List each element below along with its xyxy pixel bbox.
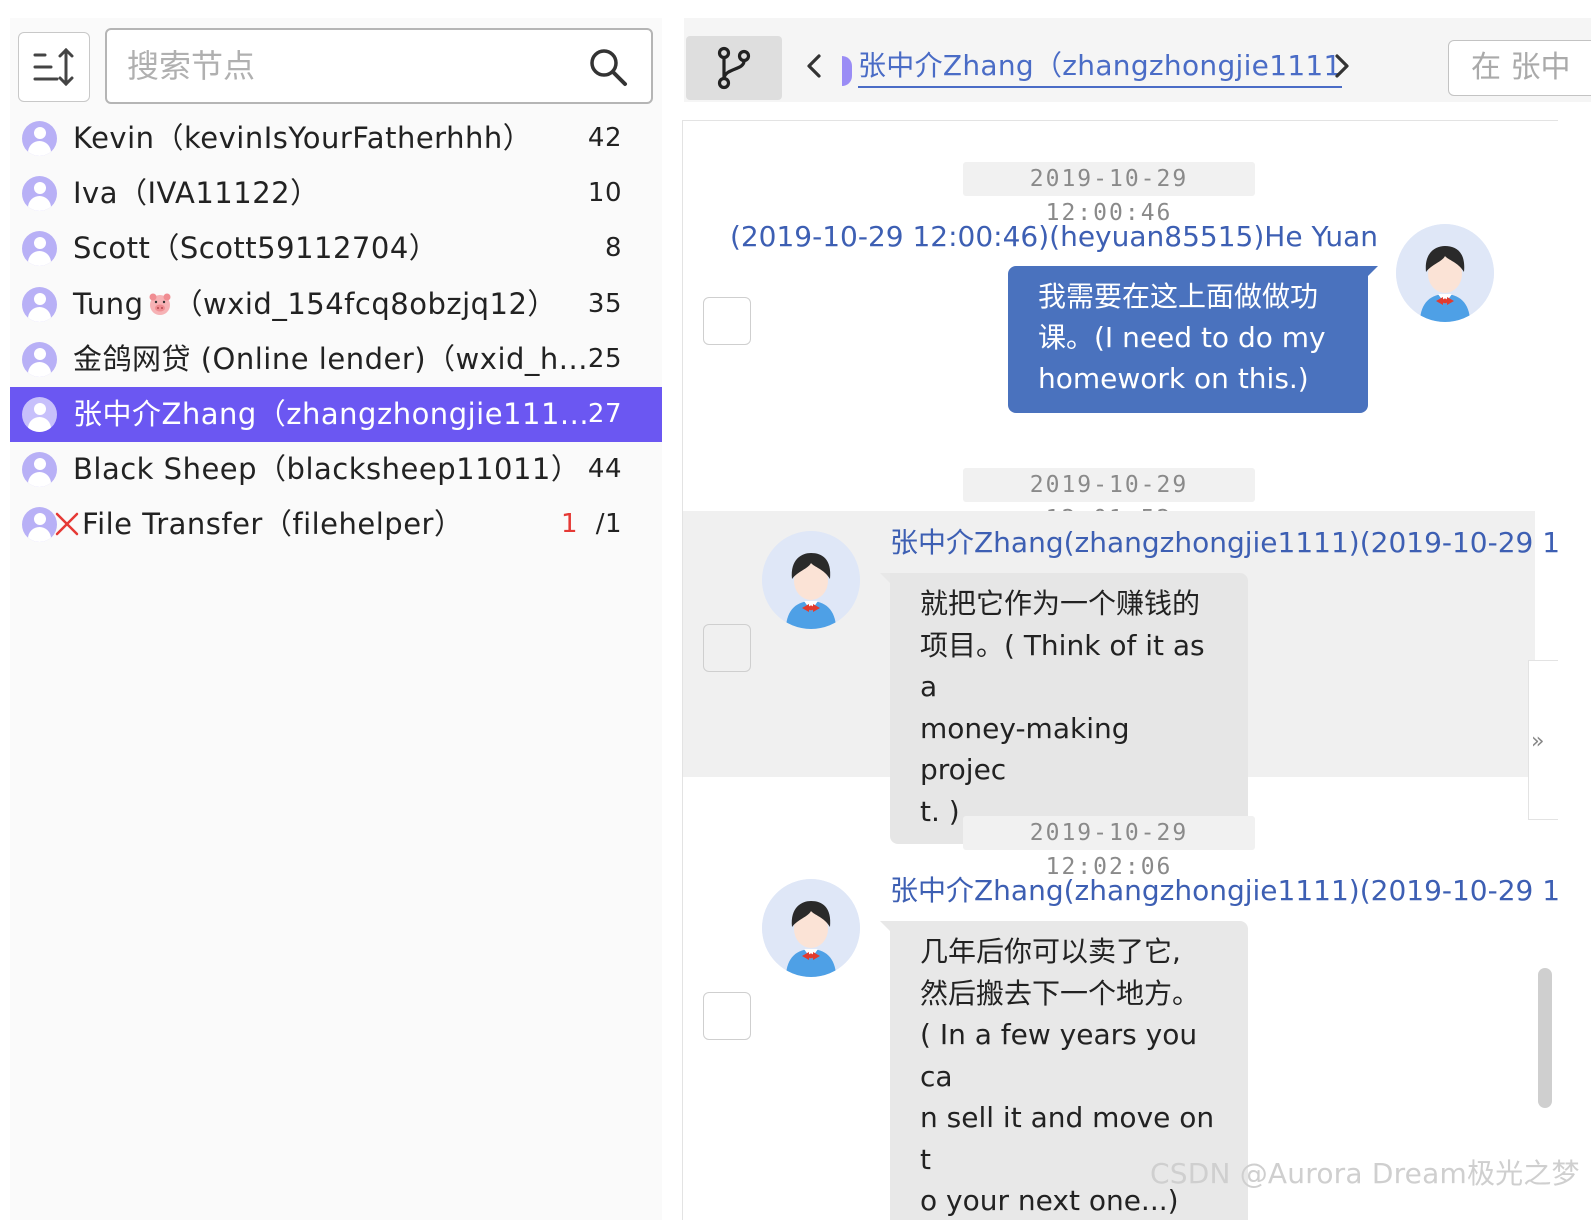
user-icon (22, 231, 57, 267)
contact-name: Kevin（kevinIsYourFatherhhh） (73, 121, 533, 155)
message-count: 44 (587, 454, 622, 485)
contact-item-selected[interactable]: 张中介Zhang（zhangzhongjie111... 27 (10, 386, 662, 443)
sender-label[interactable]: 张中介Zhang(zhangzhongjie1111)(2019-10-29 1… (890, 523, 1558, 563)
message-line: 项目。( Think of it as a (920, 628, 1205, 704)
message-bubble-outgoing: 我需要在这上面做做功 课。(I need to do my homework o… (1008, 266, 1378, 413)
message-count: 25 (587, 343, 622, 374)
sort-icon (33, 47, 74, 87)
message-checkbox[interactable] (703, 992, 751, 1040)
user-icon (22, 286, 57, 322)
message-line: 我需要在这上面做做功 (1038, 280, 1319, 313)
contact-item[interactable]: Scott（Scott59112704） 8 (10, 221, 662, 276)
watermark: CSDN @Aurora Dream极光之梦 (1150, 1157, 1580, 1190)
side-panel-toggle[interactable]: » (1528, 660, 1558, 820)
message-line: 课。(I need to do my (1038, 321, 1326, 354)
avatar[interactable] (762, 879, 860, 977)
message-count: 8 (604, 233, 622, 264)
contact-panel: Kevin（kevinIsYourFatherhhh） 42 Iva（IVA11… (10, 18, 662, 1220)
message-line: money-making projec (920, 711, 1130, 787)
sort-button[interactable] (18, 32, 90, 102)
user-icon (22, 121, 57, 156)
avatar[interactable] (1396, 224, 1494, 322)
avatar[interactable] (762, 531, 860, 629)
chevron-right-icon[interactable] (1330, 48, 1354, 84)
message-count: 42 (587, 123, 622, 153)
user-icon (22, 176, 57, 212)
user-icon (22, 396, 57, 432)
contact-name: Scott（Scott59112704） (73, 231, 439, 266)
contact-name: Tung （wxid_154fcq8obzjq12） (73, 284, 557, 324)
red-x-icon (55, 513, 79, 536)
boy-avatar-icon (762, 879, 860, 977)
chat-area: 2019-10-29 12:00:46 (2019-10-29 12:00:46… (682, 120, 1558, 1220)
user-icon (22, 507, 57, 543)
sender-label[interactable]: 张中介Zhang(zhangzhongjie1111)(2019-10-29 1… (890, 871, 1558, 911)
message-timestamp: 2019-10-29 12:02:06 (963, 816, 1255, 880)
contact-item[interactable]: File Transfer（filehelper） 1 /1 (10, 497, 662, 552)
contact-name: 张中介Zhang（zhangzhongjie111... (73, 396, 590, 431)
contact-name-prefix: Tung (73, 286, 144, 321)
contact-item[interactable]: Kevin（kevinIsYourFatherhhh） 42 (10, 111, 662, 166)
user-icon (22, 452, 57, 488)
message-checkbox[interactable] (703, 297, 751, 345)
breadcrumb-marker (842, 56, 852, 86)
message-timestamp: 2019-10-29 12:00:46 (963, 162, 1255, 226)
message-line: 几年后你可以卖了它, (920, 935, 1181, 968)
message-line: ( In a few years you ca (920, 1018, 1198, 1093)
message-bubble-incoming: 就把它作为一个赚钱的 项目。( Think of it as a money-m… (880, 573, 1248, 844)
double-chevron-icon: » (1531, 729, 1545, 754)
message-line: 然后搬去下一个地方。 (920, 976, 1201, 1010)
search-input[interactable] (127, 38, 567, 94)
chevron-left-icon[interactable] (802, 48, 826, 84)
unread-count: 1 (560, 509, 578, 540)
contact-name: Iva（IVA11122） (73, 176, 320, 211)
contact-item[interactable]: Iva（IVA11122） 10 (10, 166, 662, 221)
contact-item[interactable]: Black Sheep（blacksheep11011） 44 (10, 442, 662, 497)
branch-button[interactable] (686, 36, 782, 100)
sender-label[interactable]: (2019-10-29 12:00:46)(heyuan85515)He Yua… (730, 217, 1378, 257)
contact-list: Kevin（kevinIsYourFatherhhh） 42 Iva（IVA11… (10, 111, 662, 553)
pig-icon (149, 293, 171, 315)
user-icon (22, 341, 57, 377)
boy-avatar-icon (1396, 224, 1494, 322)
message-line: homework on this.) (1038, 362, 1309, 395)
contact-name-suffix: （wxid_154fcq8obzjq12） (173, 286, 557, 321)
chat-toolbar: 张中介Zhang（zhangzhongjie1111 在 张中 (684, 18, 1591, 102)
search-box (105, 28, 653, 104)
contact-name: Black Sheep（blacksheep11011） (73, 452, 581, 487)
git-branch-icon (717, 46, 751, 90)
scrollbar-thumb[interactable] (1538, 968, 1552, 1108)
contact-name: 金鸽网贷 (Online lender)（wxid_h... (73, 341, 588, 376)
message-checkbox[interactable] (703, 624, 751, 672)
breadcrumb[interactable]: 张中介Zhang（zhangzhongjie1111 (858, 46, 1342, 88)
boy-avatar-icon (762, 531, 860, 629)
contact-item[interactable]: Tung （wxid_154fcq8obzjq12） 35 (10, 277, 662, 332)
message-count: 10 (587, 178, 622, 209)
message-count: /1 (595, 509, 622, 540)
search-scope-button[interactable]: 在 张中 (1448, 40, 1591, 96)
message-line: 就把它作为一个赚钱的 (920, 587, 1201, 620)
contact-item[interactable]: 金鸽网贷 (Online lender)（wxid_h... 25 (10, 332, 662, 387)
message-timestamp: 2019-10-29 12:01:52 (963, 468, 1255, 532)
message-count: 27 (587, 398, 622, 429)
search-icon[interactable] (587, 46, 629, 88)
contact-name: File Transfer（filehelper） (82, 507, 464, 542)
message-count: 35 (587, 288, 622, 319)
